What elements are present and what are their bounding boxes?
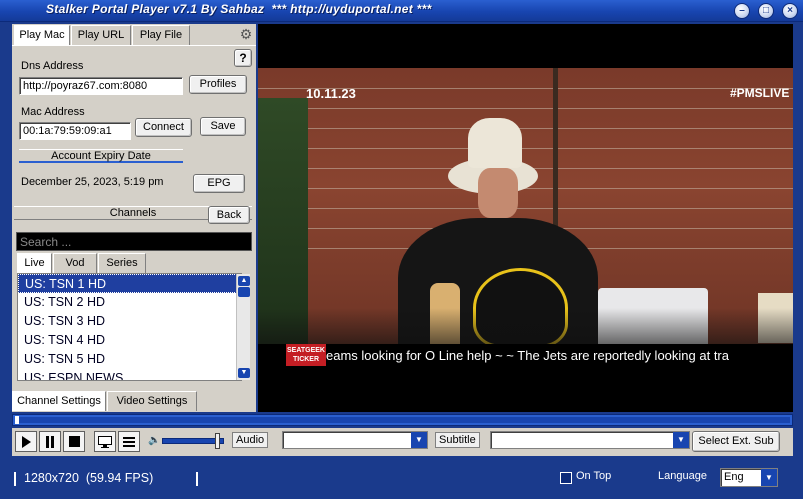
expiry-header: Account Expiry Date	[19, 149, 183, 163]
tab-play-url[interactable]: Play URL	[71, 25, 131, 45]
list-item[interactable]: US: TSN 1 HD	[18, 274, 241, 293]
fullscreen-button[interactable]	[94, 431, 116, 452]
connect-button[interactable]: Connect	[135, 118, 192, 137]
language-label: Language	[658, 470, 707, 482]
minimize-button[interactable]: –	[734, 3, 750, 19]
window-title: Stalker Portal Player v7.1 By Sahbaz ***…	[46, 2, 432, 16]
epg-button[interactable]: EPG	[193, 174, 245, 193]
mac-address-field[interactable]: 00:1a:79:59:09:a1	[19, 122, 131, 140]
list-item[interactable]: US: TSN 3 HD	[18, 312, 241, 331]
seek-thumb[interactable]	[15, 416, 19, 424]
play-button[interactable]	[15, 431, 37, 452]
channel-list[interactable]: US: TSN 1 HD US: TSN 2 HD US: TSN 3 HD U…	[17, 273, 242, 381]
select-ext-sub-button[interactable]: Select Ext. Sub	[692, 431, 780, 452]
video-date-overlay: 10.11.23	[306, 86, 356, 101]
on-top-checkbox[interactable]	[560, 472, 572, 484]
chevron-down-icon[interactable]: ▼	[761, 469, 777, 486]
video-frame	[258, 68, 793, 368]
chevron-down-icon[interactable]: ▼	[673, 432, 689, 448]
title-bar[interactable]: Stalker Portal Player v7.1 By Sahbaz ***…	[0, 0, 803, 22]
scroll-down-icon[interactable]: ▼	[238, 368, 250, 378]
chevron-down-icon[interactable]: ▼	[411, 432, 427, 448]
channel-list-scrollbar[interactable]: ▲ ▼	[236, 274, 250, 380]
seek-bar[interactable]	[12, 414, 793, 426]
list-item[interactable]: US: TSN 5 HD	[18, 350, 241, 369]
maximize-button[interactable]: □	[758, 3, 774, 19]
list-item[interactable]: US: ESPN NEWS	[18, 369, 241, 380]
video-ticker: eams looking for O Line help ~ ~ The Jet…	[258, 344, 793, 368]
speaker-icon[interactable]: 🔈	[148, 435, 160, 446]
tab-video-settings[interactable]: Video Settings	[107, 391, 197, 411]
audio-select[interactable]: ▼	[282, 431, 428, 449]
play-icon	[22, 435, 31, 448]
mac-label: Mac Address	[21, 106, 85, 118]
list-icon	[123, 436, 135, 447]
monitor-icon	[98, 435, 112, 448]
tab-play-mac[interactable]: Play Mac	[14, 25, 70, 45]
dns-label: Dns Address	[21, 60, 84, 72]
language-select[interactable]: Eng ▼	[720, 468, 778, 487]
scroll-thumb[interactable]	[238, 287, 250, 297]
tab-vod[interactable]: Vod	[53, 253, 97, 273]
subtitle-label: Subtitle	[435, 432, 480, 448]
help-button[interactable]: ?	[234, 49, 252, 67]
audio-label: Audio	[232, 432, 269, 448]
tab-live[interactable]: Live	[17, 253, 52, 273]
search-input[interactable]: Search ...	[16, 232, 252, 251]
stop-button[interactable]	[63, 431, 85, 452]
stop-icon	[68, 436, 80, 447]
pause-button[interactable]	[39, 431, 61, 452]
tab-channel-settings[interactable]: Channel Settings	[12, 391, 106, 411]
pause-icon	[46, 435, 54, 448]
video-hashtag-overlay: #PMSLIVE	[730, 86, 790, 100]
profiles-button[interactable]: Profiles	[189, 75, 247, 94]
playlist-button[interactable]	[118, 431, 140, 452]
scroll-up-icon[interactable]: ▲	[238, 276, 250, 286]
settings-gear-icon[interactable]: ⚙	[238, 26, 254, 42]
expiry-value: December 25, 2023, 5:19 pm	[21, 176, 164, 188]
control-bar: 🔈 Audio ▼ Subtitle ▼ Select Ext. Sub	[12, 428, 793, 456]
save-button[interactable]: Save	[200, 117, 246, 136]
left-panel: Play Mac Play URL Play File ⚙ ? Dns Addr…	[12, 24, 256, 412]
dns-address-field[interactable]: http://poyraz67.com:8080	[19, 77, 183, 95]
resolution-text: 1280x720 (59.94 FPS)	[24, 471, 154, 485]
on-top-label: On Top	[576, 470, 612, 482]
close-button[interactable]: ×	[782, 3, 798, 19]
video-player[interactable]: 10.11.23 #PMSLIVE eams looking for O Lin…	[258, 24, 793, 412]
list-item[interactable]: US: TSN 2 HD	[18, 293, 241, 312]
status-bar: 1280x720 (59.94 FPS) On Top Language Eng…	[0, 462, 803, 499]
tab-play-file[interactable]: Play File	[132, 25, 190, 45]
tab-series[interactable]: Series	[98, 253, 146, 273]
volume-thumb[interactable]	[215, 433, 220, 449]
subtitle-select[interactable]: ▼	[490, 431, 690, 449]
back-button[interactable]: Back	[208, 206, 250, 224]
ticker-badge: SEATGEEK TICKER	[286, 344, 326, 366]
list-item[interactable]: US: TSN 4 HD	[18, 331, 241, 350]
